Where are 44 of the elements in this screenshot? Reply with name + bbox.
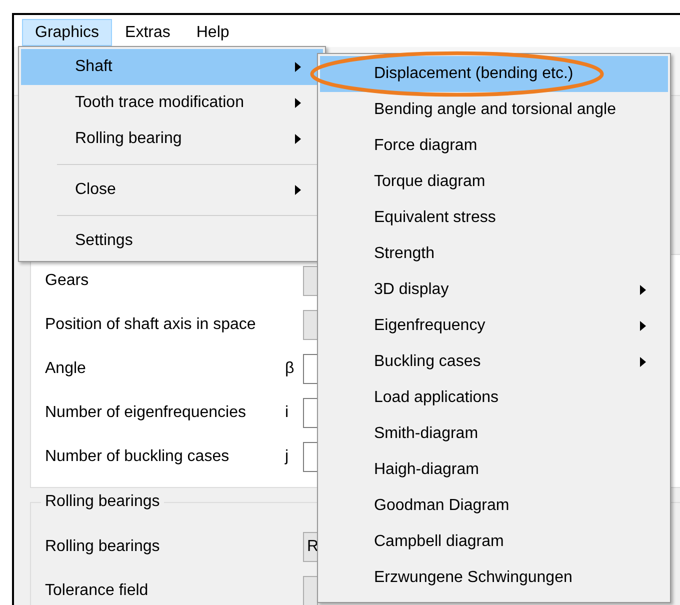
- field-label: Rolling bearings: [45, 538, 160, 555]
- input-field[interactable]: [303, 442, 318, 472]
- group-title: Rolling bearings: [41, 493, 164, 511]
- field-label: Tolerance field: [45, 582, 148, 599]
- menu-item[interactable]: Bending angle and torsional angle: [320, 92, 668, 128]
- field-label: Number of buckling cases: [45, 448, 230, 465]
- symbol-label: i: [285, 404, 289, 421]
- submenu-arrow-icon: [295, 134, 301, 144]
- menu-item[interactable]: Load applications: [320, 380, 668, 416]
- menubar-item[interactable]: Help: [183, 19, 242, 46]
- dropdown-field[interactable]: [303, 266, 318, 296]
- menu-item[interactable]: Erzwungene Schwingungen: [320, 560, 668, 596]
- menubar-item[interactable]: Graphics: [22, 19, 112, 46]
- field-label: Position of shaft axis in space: [45, 316, 256, 333]
- field-label: Angle: [45, 360, 86, 377]
- input-field[interactable]: [303, 398, 318, 428]
- menu-item[interactable]: Goodman Diagram: [320, 488, 668, 524]
- input-field[interactable]: [303, 354, 318, 384]
- menu-item[interactable]: Equivalent stress: [320, 200, 668, 236]
- submenu-arrow-icon: [295, 185, 301, 195]
- dropdown-field[interactable]: [303, 310, 318, 340]
- submenu-arrow-icon: [295, 98, 301, 108]
- menubar-item[interactable]: Extras: [112, 19, 184, 46]
- menu-item[interactable]: Eigenfrequency: [320, 308, 668, 344]
- menu-item[interactable]: Buckling cases: [320, 344, 668, 380]
- menu-item[interactable]: Shaft: [21, 49, 323, 85]
- menu-item[interactable]: Smith-diagram: [320, 416, 668, 452]
- dropdown-field[interactable]: [303, 576, 318, 605]
- menu-item[interactable]: 3D display: [320, 272, 668, 308]
- menu-item[interactable]: Haigh-diagram: [320, 452, 668, 488]
- menu-item[interactable]: Force diagram: [320, 128, 668, 164]
- submenu-arrow-icon: [640, 321, 646, 331]
- symbol-label: j: [285, 448, 289, 465]
- menu-item[interactable]: Strength: [320, 236, 668, 272]
- dropdown-field[interactable]: R: [303, 532, 318, 562]
- field-label: Number of eigenfrequencies: [45, 404, 246, 421]
- menu-item[interactable]: Campbell diagram: [320, 524, 668, 560]
- menu-item[interactable]: Torque diagram: [320, 164, 668, 200]
- submenu-arrow-icon: [640, 357, 646, 367]
- symbol-label: β: [285, 360, 294, 377]
- field-label: Gears: [45, 272, 89, 289]
- submenu-arrow-icon: [640, 285, 646, 295]
- submenu-arrow-icon: [295, 62, 301, 72]
- menu-item[interactable]: Displacement (bending etc.): [320, 56, 668, 92]
